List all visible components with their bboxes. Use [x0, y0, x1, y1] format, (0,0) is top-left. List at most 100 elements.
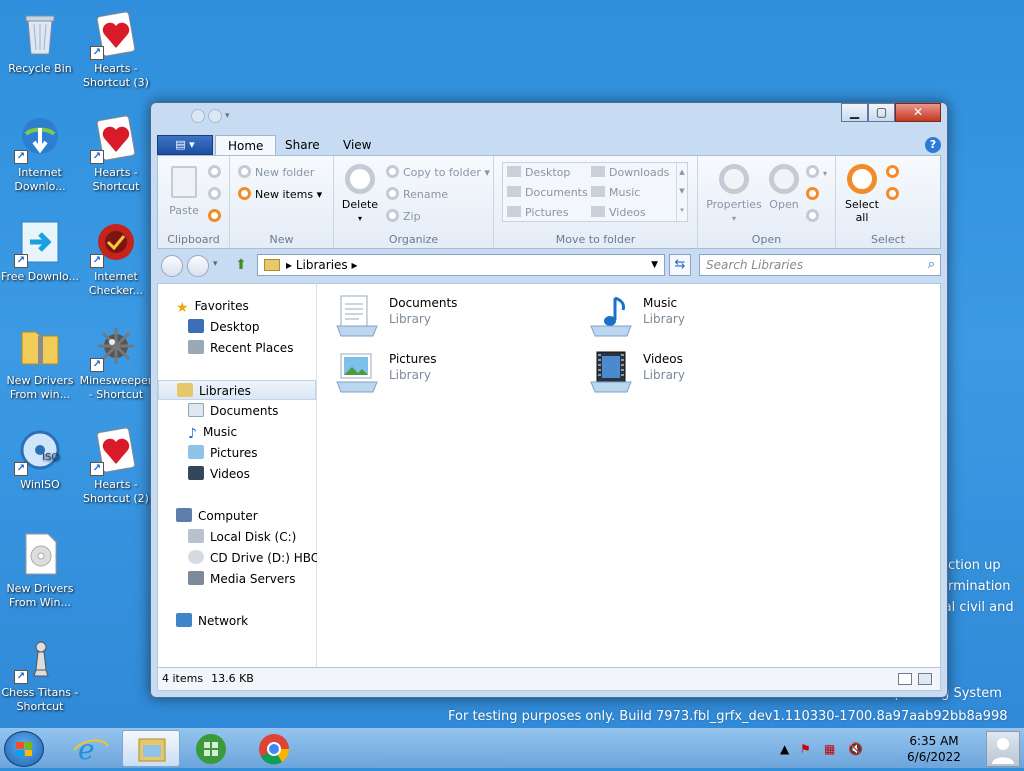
start-button[interactable]: [4, 731, 44, 767]
recent-locations-dropdown-icon[interactable]: ▾: [213, 259, 218, 269]
copy-path-button[interactable]: [208, 208, 225, 226]
nav-item-recent-places[interactable]: Recent Places: [158, 338, 316, 358]
copy-to-folder-button[interactable]: Copy to folder ▾: [386, 164, 490, 182]
library-item-videos[interactable]: Videos Library: [589, 348, 809, 398]
rename-button[interactable]: Rename: [386, 186, 448, 204]
desktop-icon-new-drivers-disc[interactable]: New Drivers From Win...: [0, 524, 80, 624]
forward-button[interactable]: [187, 255, 209, 277]
desktop-icon-hearts-3[interactable]: ↗ Hearts - Shortcut (3): [76, 4, 156, 104]
zip-button[interactable]: Zip: [386, 208, 421, 226]
nav-item-pictures[interactable]: Pictures: [158, 443, 316, 463]
show-hidden-icons-icon[interactable]: ▲: [780, 742, 789, 756]
nav-item-computer[interactable]: Computer: [158, 506, 316, 526]
explorer-window: ▾ ▁ ▢ ✕ ▤ ▾ Home Share View ? Paste Clip…: [150, 102, 948, 698]
move-to-desktop[interactable]: Desktop: [507, 163, 570, 183]
select-none-button[interactable]: [886, 164, 903, 182]
nav-item-network[interactable]: Network: [158, 611, 316, 631]
new-items-button[interactable]: New items ▾: [238, 186, 322, 204]
breadcrumb-chevron-icon[interactable]: ▸: [348, 258, 357, 272]
large-icons-view-icon[interactable]: [918, 673, 932, 685]
nav-label: Music: [202, 425, 238, 439]
user-tile[interactable]: [986, 731, 1020, 767]
open-button[interactable]: Open: [764, 164, 804, 211]
desktop-icon-minesweeper[interactable]: ↗ Minesweeper - Shortcut: [76, 316, 156, 416]
copy-button[interactable]: [208, 186, 225, 204]
copy-to-icon: [386, 165, 399, 178]
invert-selection-button[interactable]: [886, 186, 903, 204]
taskbar-internet-explorer[interactable]: e: [62, 730, 120, 767]
desktop-icon-hearts[interactable]: ↗ Hearts - Shortcut: [76, 108, 156, 208]
up-folder-button[interactable]: ⬆: [231, 256, 251, 276]
new-folder-button[interactable]: New folder: [238, 164, 314, 182]
nav-item-cd-drive[interactable]: CD Drive (D:) HBCD_: [158, 548, 334, 568]
open-with-button[interactable]: ▾: [806, 164, 827, 182]
paste-button[interactable]: Paste: [162, 164, 206, 217]
breadcrumb-separator-icon[interactable]: ▸: [286, 258, 296, 272]
move-to-music[interactable]: Music: [591, 183, 640, 203]
volume-muted-icon[interactable]: 🔇: [848, 742, 863, 756]
move-to-folder-group: Desktop Documents Pictures Downloads Mus…: [494, 156, 698, 248]
taskbar-file-explorer[interactable]: [122, 730, 180, 767]
details-view-icon[interactable]: [898, 673, 912, 685]
tab-share[interactable]: Share: [273, 135, 332, 157]
back-button[interactable]: [161, 255, 183, 277]
nav-item-local-disk[interactable]: Local Disk (C:): [158, 527, 316, 547]
nav-item-videos[interactable]: Videos: [158, 464, 316, 484]
minimize-button[interactable]: ▁: [841, 103, 868, 122]
desktop-icon-free-download[interactable]: ↗ Free Downlo...: [0, 212, 80, 312]
breadcrumb-libraries[interactable]: Libraries: [296, 258, 348, 272]
move-to-pictures[interactable]: Pictures: [507, 203, 569, 223]
gallery-down-icon[interactable]: ▼: [679, 187, 684, 195]
nav-item-media-servers[interactable]: Media Servers: [158, 569, 316, 589]
help-icon[interactable]: ?: [925, 137, 941, 153]
tab-view[interactable]: View: [331, 135, 383, 157]
maximize-button[interactable]: ▢: [868, 103, 895, 122]
gallery-scroll[interactable]: ▲ ▼ ▾: [676, 163, 687, 221]
move-to-downloads[interactable]: Downloads: [591, 163, 669, 183]
quick-access-forward-icon[interactable]: [208, 109, 222, 123]
nav-item-favorites[interactable]: ★ Favorites: [158, 296, 316, 316]
desktop-icon-recycle-bin[interactable]: Recycle Bin: [0, 4, 80, 104]
nav-item-documents[interactable]: Documents: [158, 401, 316, 421]
move-to-videos[interactable]: Videos: [591, 203, 646, 223]
refresh-button[interactable]: ⇆: [669, 254, 691, 276]
taskbar-windows-update[interactable]: [182, 730, 240, 767]
cut-button[interactable]: [208, 164, 225, 182]
library-item-music[interactable]: Music Library: [589, 292, 809, 342]
file-menu-button[interactable]: ▤ ▾: [157, 135, 213, 155]
tab-home[interactable]: Home: [215, 135, 277, 157]
gallery-more-icon[interactable]: ▾: [680, 206, 684, 214]
taskbar-chrome[interactable]: [244, 730, 302, 767]
nav-item-desktop[interactable]: Desktop: [158, 317, 316, 337]
desktop-icon-internet-checker[interactable]: ↗ Internet Checker...: [76, 212, 156, 312]
quick-access-dropdown-icon[interactable]: ▾: [225, 109, 230, 123]
properties-button[interactable]: Properties ▾: [704, 164, 764, 224]
gallery-up-icon[interactable]: ▲: [679, 168, 684, 176]
address-bar[interactable]: ▸ Libraries ▸ ▼: [257, 254, 665, 276]
move-to-documents[interactable]: Documents: [507, 183, 588, 203]
desktop-icon-winiso[interactable]: ISO ↗ WinISO: [0, 420, 80, 520]
desktop-icon-chess-titans[interactable]: ↗ Chess Titans - Shortcut: [0, 628, 80, 728]
desktop-icon-new-drivers-zip[interactable]: New Drivers From win...: [0, 316, 80, 416]
library-item-documents[interactable]: Documents Library: [335, 292, 555, 342]
network-error-icon[interactable]: ▦: [824, 742, 835, 756]
close-button[interactable]: ✕: [895, 103, 941, 122]
action-center-flag-icon[interactable]: ⚑: [800, 742, 811, 756]
clock[interactable]: 6:35 AM 6/6/2022: [904, 733, 964, 765]
delete-button[interactable]: Delete ▾: [340, 164, 380, 224]
desktop-icon-label: Free Downlo...: [0, 270, 80, 283]
quick-access-back-icon[interactable]: [191, 109, 205, 123]
title-bar[interactable]: ▾ ▁ ▢ ✕: [151, 103, 947, 131]
search-input[interactable]: Search Libraries ⌕: [699, 254, 941, 276]
history-button[interactable]: [806, 208, 823, 226]
address-dropdown-icon[interactable]: ▼: [651, 255, 658, 275]
search-icon[interactable]: ⌕: [928, 255, 935, 275]
nav-item-libraries[interactable]: Libraries: [158, 380, 316, 400]
desktop-icon-hearts-2[interactable]: ↗ Hearts - Shortcut (2): [76, 420, 156, 520]
group-label: Select: [871, 233, 905, 246]
desktop-icon-internet-download[interactable]: ↗ Internet Downlo...: [0, 108, 80, 208]
library-item-pictures[interactable]: Pictures Library: [335, 348, 555, 398]
select-all-button[interactable]: Select all: [842, 164, 882, 224]
edit-button[interactable]: [806, 186, 823, 204]
nav-item-music[interactable]: ♪ Music: [158, 422, 316, 442]
